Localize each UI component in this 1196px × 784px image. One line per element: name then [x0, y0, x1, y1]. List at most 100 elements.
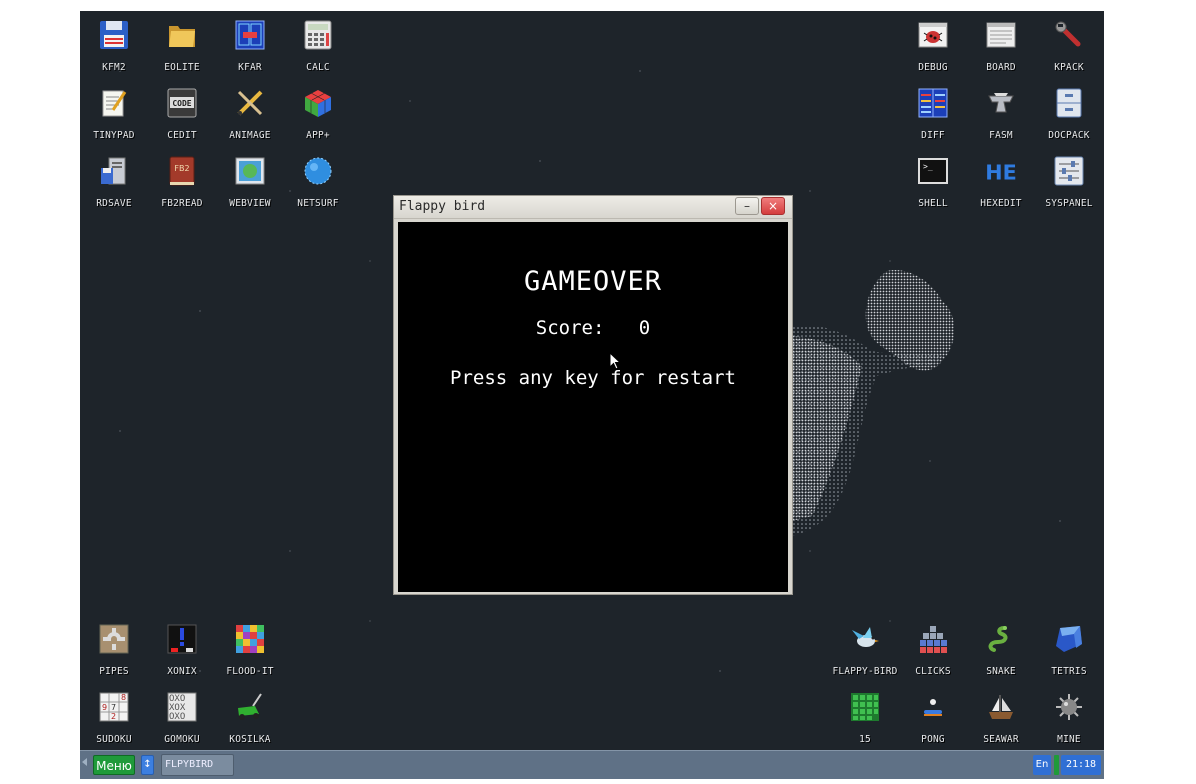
icon-label: DOCPACK — [1048, 130, 1090, 141]
desktop-icon-15[interactable]: 15 — [831, 683, 899, 747]
desktop-icon-cedit[interactable]: CODE CEDIT — [148, 79, 216, 143]
desktop-icon-kosilka[interactable]: KOSILKA — [216, 683, 284, 747]
diff-icon — [917, 87, 949, 119]
minimize-button[interactable]: – — [735, 197, 759, 215]
desktop-icon-shell[interactable]: >_ SHELL — [899, 147, 967, 211]
score-line: Score: 0 — [398, 317, 788, 339]
desktop-icon-seawar[interactable]: SEAWAR — [967, 683, 1035, 747]
desktop-icon-snake[interactable]: SNAKE — [967, 615, 1035, 679]
taskbar-item-flpybird[interactable]: FLPYBIRD — [161, 754, 234, 776]
svg-text:CODE: CODE — [172, 99, 191, 108]
desktop-icon-kpack[interactable]: KPACK — [1035, 11, 1103, 75]
notepad-icon — [98, 87, 130, 119]
desktop-icon-fasm[interactable]: FASM — [967, 79, 1035, 143]
calculator-icon — [302, 19, 334, 51]
window-titlebar[interactable]: Flappy bird – × — [394, 196, 792, 219]
desktop-icon-netsurf[interactable]: NETSURF — [284, 147, 352, 211]
code-icon: CODE — [166, 87, 198, 119]
desktop-icon-tetris[interactable]: TETRIS — [1035, 615, 1103, 679]
gameover-heading: GAMEOVER — [523, 266, 663, 297]
desktop-icon-mine[interactable]: MINE — [1035, 683, 1103, 747]
tray-indicator[interactable] — [1054, 755, 1059, 775]
close-button[interactable]: × — [761, 197, 785, 215]
icon-label: MINE — [1057, 734, 1081, 745]
svg-text:9: 9 — [102, 703, 107, 712]
desktop-icon-animage[interactable]: ANIMAGE — [216, 79, 284, 143]
icon-label: NETSURF — [297, 198, 339, 209]
desktop-icon-flood-it[interactable]: FLOOD-IT — [216, 615, 284, 679]
icon-label: TETRIS — [1051, 666, 1087, 677]
desktop: KFM2 EOLITE KFAR CALC TINYPAD CODE CEDIT — [80, 11, 1104, 750]
ship-icon — [985, 691, 1017, 723]
flappy-bird-window: Flappy bird – × GAMEOVER Score: 0 Press … — [393, 195, 793, 595]
svg-text:HE: HE — [985, 160, 1016, 184]
xonix-icon — [166, 623, 198, 655]
desktop-icon-kfar[interactable]: KFAR — [216, 11, 284, 75]
board-icon — [985, 19, 1017, 51]
desktop-icon-calc[interactable]: CALC — [284, 11, 352, 75]
desktop-icon-flappy-bird[interactable]: FLAPPY-BIRD — [831, 615, 899, 679]
panels-icon — [234, 19, 266, 51]
restart-hint: Press any key for restart — [450, 367, 736, 389]
wrench-icon — [1053, 19, 1085, 51]
desktop-icon-syspanel[interactable]: SYSPANEL — [1035, 147, 1103, 211]
cabinet-icon — [1053, 87, 1085, 119]
svg-text:2: 2 — [111, 712, 116, 721]
desktop-icon-pipes[interactable]: PIPES — [80, 615, 148, 679]
fifteen-icon — [849, 691, 881, 723]
pencil-icon — [234, 87, 266, 119]
hex-icon: HE — [985, 155, 1017, 187]
flood-icon — [234, 623, 266, 655]
sudoku-icon: 8 972 — [98, 691, 130, 723]
svg-text:OXO: OXO — [169, 712, 185, 722]
bird-icon — [849, 623, 881, 655]
language-indicator[interactable]: En — [1033, 755, 1051, 775]
floppy-icon — [98, 19, 130, 51]
desktop-icon-fb2read[interactable]: FB2 FB2READ — [148, 147, 216, 211]
window-title: Flappy bird — [399, 199, 486, 214]
menu-button[interactable]: Меню — [93, 755, 135, 775]
desktop-icon-rdsave[interactable]: RDSAVE — [80, 147, 148, 211]
tree-wallpaper-art — [792, 270, 955, 536]
desktop-icon-board[interactable]: BOARD — [967, 11, 1035, 75]
taskbar: Меню ↕ FLPYBIRD En 21:18 — [80, 750, 1104, 779]
cube-icon — [302, 87, 334, 119]
switch-windows-button[interactable]: ↕ — [141, 755, 154, 775]
tetris-icon — [1053, 623, 1085, 655]
score-value: 0 — [638, 317, 651, 339]
desktop-icon-docpack[interactable]: DOCPACK — [1035, 79, 1103, 143]
desktop-icon-tinypad[interactable]: TINYPAD — [80, 79, 148, 143]
terminal-icon: >_ — [917, 155, 949, 187]
blocks-icon — [917, 623, 949, 655]
desktop-icon-kfm2[interactable]: KFM2 — [80, 11, 148, 75]
folder-icon — [166, 19, 198, 51]
desktop-icon-appplus[interactable]: APP+ — [284, 79, 352, 143]
desktop-icon-sudoku[interactable]: 8972 SUDOKU — [80, 683, 148, 747]
pong-icon — [917, 691, 949, 723]
svg-text:FB2: FB2 — [174, 164, 189, 173]
clock[interactable]: 21:18 — [1061, 755, 1101, 775]
snake-icon — [985, 623, 1017, 655]
desktop-icon-xonix[interactable]: XONIX — [148, 615, 216, 679]
globe-icon — [302, 155, 334, 187]
score-label: Score: — [535, 317, 605, 339]
desktop-icon-hexedit[interactable]: HE HEXEDIT — [967, 147, 1035, 211]
desktop-icon-eolite[interactable]: EOLITE — [148, 11, 216, 75]
icon-label: SYSPANEL — [1045, 198, 1093, 209]
icon-label: APP+ — [306, 130, 330, 141]
svg-text:8: 8 — [121, 693, 126, 702]
desktop-icon-diff[interactable]: DIFF — [899, 79, 967, 143]
desktop-icon-pong[interactable]: PONG — [899, 683, 967, 747]
desktop-icon-debug[interactable]: DEBUG — [899, 11, 967, 75]
svg-text:>_: >_ — [923, 162, 933, 171]
desktop-icon-webview[interactable]: WEBVIEW — [216, 147, 284, 211]
taskbar-scroll-left-icon[interactable] — [82, 758, 87, 766]
desktop-icon-gomoku[interactable]: OXO XOX OXO GOMOKU — [148, 683, 216, 747]
desktop-icon-clicks[interactable]: CLICKS — [899, 615, 967, 679]
bug-icon — [917, 19, 949, 51]
pipes-icon — [98, 623, 130, 655]
sliders-icon — [1053, 155, 1085, 187]
game-canvas[interactable]: GAMEOVER Score: 0 Press any key for rest… — [398, 222, 788, 592]
icon-label: KPACK — [1054, 62, 1084, 73]
gomoku-icon: OXO XOX OXO — [166, 691, 198, 723]
